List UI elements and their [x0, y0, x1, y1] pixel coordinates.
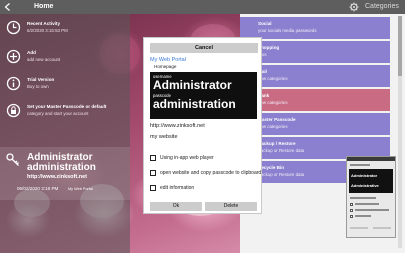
mini-preview-thumbnail[interactable]: Administrator Administrative	[346, 156, 396, 238]
menu-subtitle: add new account	[27, 57, 61, 62]
category-subtitle: new categories	[258, 76, 288, 81]
category-tile-shopping[interactable]: Shopping iPos	[240, 41, 390, 63]
delete-button[interactable]: Delete	[205, 202, 257, 211]
password-value: administration	[153, 97, 236, 111]
add-icon	[6, 49, 21, 64]
menu-subtitle: 6/2/2020 3:15:53 PM	[27, 28, 68, 33]
credential-display: username Administrator passcode administ…	[150, 72, 257, 119]
mini-preview-checkbox	[350, 203, 353, 206]
option-edit-information[interactable]: edit information	[150, 184, 258, 192]
checkbox[interactable]	[150, 170, 156, 176]
mini-preview-line	[355, 203, 379, 205]
dialog-title: My Web Portal	[150, 57, 186, 63]
mini-preview-titlebar	[347, 157, 395, 161]
menu-item-trial-version[interactable]: Trial Version Buy to own	[0, 73, 130, 97]
mini-preview-password: Administrative	[351, 183, 379, 188]
category-tile-bank[interactable]: Bank new categories	[240, 89, 390, 111]
dialog-subtitle: Homepage	[154, 64, 177, 69]
category-title: Master Passcode	[258, 117, 296, 122]
credential-date: 06/02/2020 3:16 PM	[17, 186, 59, 191]
lock-icon	[6, 103, 21, 118]
categories-label[interactable]: Categories	[365, 2, 399, 12]
menu-title: Add	[27, 50, 36, 55]
category-tile-mail[interactable]: Mail new categories	[240, 65, 390, 87]
mini-preview-credential: Administrator Administrative	[349, 169, 393, 193]
mini-preview-line	[355, 215, 371, 217]
menu-item-recent-activity[interactable]: Recent Activity 6/2/2020 3:15:53 PM	[0, 17, 130, 41]
username-value: Administrator	[153, 78, 232, 92]
cancel-button[interactable]: Cancel	[150, 43, 258, 53]
mini-preview-line	[355, 209, 389, 211]
option-label: open website and copy passcode to clipbo…	[160, 170, 262, 176]
mini-preview-checkbox	[350, 209, 353, 212]
option-in-app-player[interactable]: Using in-app web player	[150, 154, 258, 162]
menu-subtitle: category and start your account	[27, 111, 89, 116]
back-arrow-icon[interactable]	[3, 2, 13, 12]
menu-item-add[interactable]: Add add new account	[0, 46, 130, 70]
checkbox[interactable]	[150, 155, 156, 161]
category-tile-social[interactable]: Social your socials media passwords	[240, 17, 390, 39]
credential-portal: My Web Portal	[68, 187, 93, 191]
menu-title: Set your Master Passcode or default	[27, 104, 107, 109]
clock-icon	[6, 20, 21, 35]
category-subtitle: new categories	[258, 100, 288, 105]
category-subtitle: your socials media passwords	[258, 28, 317, 33]
menu-subtitle: Buy to own	[27, 84, 49, 89]
credential-url: http://www.zinksoft.net	[27, 174, 87, 180]
credential-password: administration	[27, 162, 96, 173]
mini-preview-checkbox	[350, 215, 353, 218]
mini-preview-username: Administrator	[351, 173, 378, 178]
category-title: Backup / Restore	[258, 141, 296, 146]
website-url[interactable]: http://www.zinksoft.net	[150, 123, 205, 130]
menu-title: Recent Activity	[27, 21, 61, 26]
option-label: Using in-app web player	[160, 155, 214, 161]
option-open-and-copy[interactable]: open website and copy passcode to clipbo…	[150, 169, 262, 177]
page-title: Home	[34, 3, 54, 10]
title-bar: Home Categories	[0, 0, 405, 14]
mini-preview-line	[350, 197, 376, 199]
checkbox[interactable]	[150, 185, 156, 191]
mini-preview-line	[350, 164, 370, 166]
category-subtitle: Backup or Restore data	[258, 172, 305, 177]
key-icon	[6, 153, 19, 166]
scrollbar-thumb[interactable]	[398, 16, 402, 76]
category-subtitle: new categories	[258, 124, 288, 129]
mini-preview-button	[373, 227, 391, 229]
gear-icon[interactable]	[349, 2, 359, 12]
info-icon	[6, 76, 21, 91]
menu-item-master-passcode[interactable]: Set your Master Passcode or default cate…	[0, 100, 130, 124]
ok-button[interactable]: Ok	[150, 202, 202, 211]
credential-dialog: Cancel My Web Portal Homepage username A…	[143, 37, 262, 214]
category-tile-master-passcode[interactable]: Master Passcode new categories	[240, 113, 390, 135]
category-subtitle: Backup or Restore data	[258, 148, 305, 153]
category-title: Social	[258, 21, 272, 26]
right-scrollbar[interactable]	[398, 16, 402, 248]
left-menu-panel: Recent Activity 6/2/2020 3:15:53 PM Add …	[0, 14, 130, 253]
website-description: my website	[150, 134, 178, 140]
option-label: edit information	[160, 185, 195, 191]
menu-title: Trial Version	[27, 77, 55, 82]
mini-preview-button	[350, 227, 368, 229]
recent-credential-card[interactable]: Administrator administration http://www.…	[0, 147, 130, 200]
